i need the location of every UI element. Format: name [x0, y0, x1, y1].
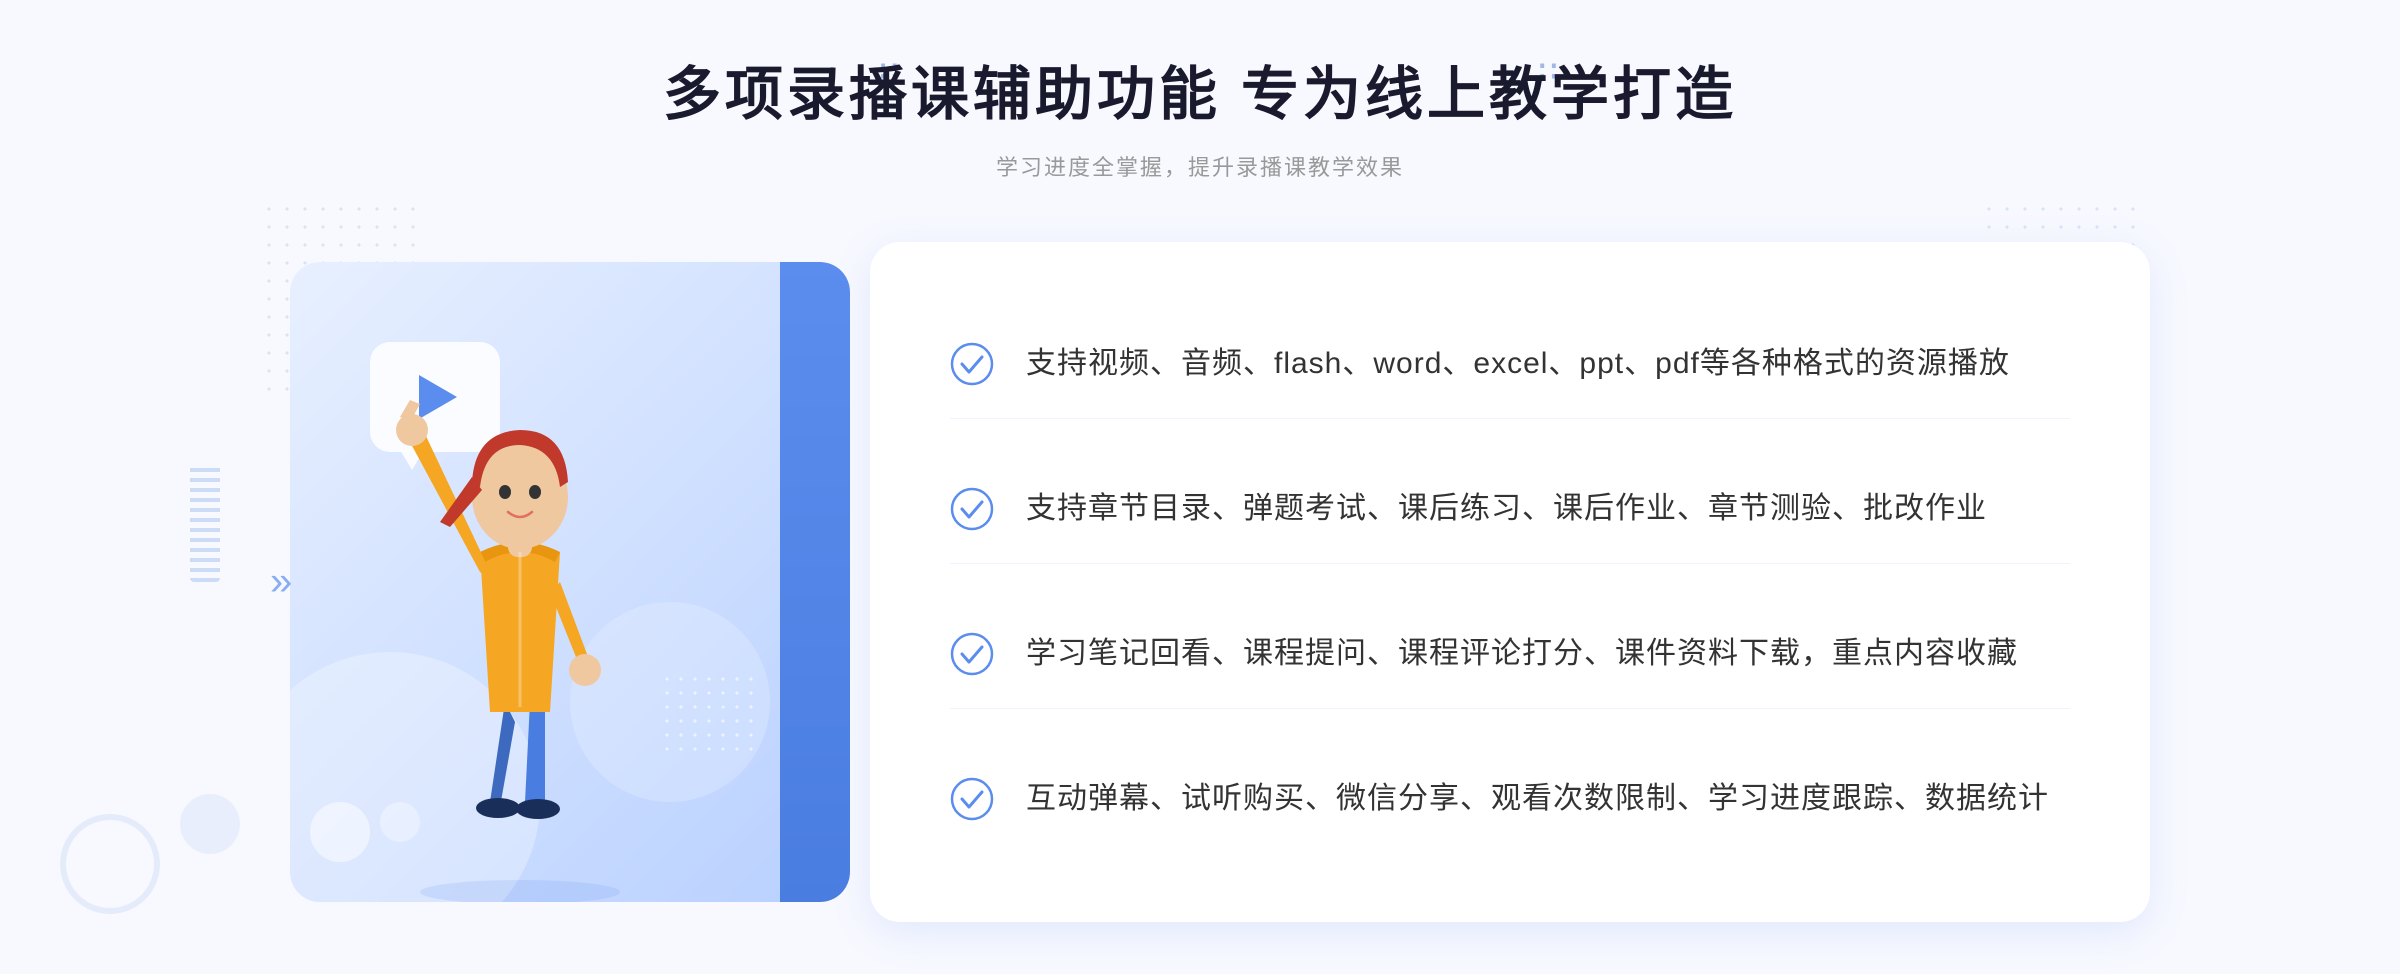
features-panel: 支持视频、音频、flash、word、excel、ppt、pdf等各种格式的资源…: [870, 242, 2150, 922]
illustration-area: »: [250, 242, 890, 922]
feature-text-2: 支持章节目录、弹题考试、课后练习、课后作业、章节测验、批改作业: [1026, 485, 1987, 533]
header: 多项录播课辅助功能 专为线上教学打造 学习进度全掌握，提升录播课教学效果: [663, 60, 1737, 182]
left-arrows: »: [270, 559, 292, 604]
feature-item-2: 支持章节目录、弹题考试、课后练习、课后作业、章节测验、批改作业: [950, 455, 2070, 564]
feature-text-4: 互动弹幕、试听购买、微信分享、观看次数限制、学习进度跟踪、数据统计: [1026, 775, 2049, 823]
check-icon-2: [950, 487, 994, 531]
feature-item-4: 互动弹幕、试听购买、微信分享、观看次数限制、学习进度跟踪、数据统计: [950, 745, 2070, 853]
feature-item-1: 支持视频、音频、flash、word、excel、ppt、pdf等各种格式的资源…: [950, 310, 2070, 419]
illustration-card: [290, 262, 850, 902]
feature-text-3: 学习笔记回看、课程提问、课程评论打分、课件资料下载，重点内容收藏: [1026, 630, 2018, 678]
sub-title: 学习进度全掌握，提升录播课教学效果: [663, 150, 1737, 182]
feature-item-3: 学习笔记回看、课程提问、课程评论打分、课件资料下载，重点内容收藏: [950, 600, 2070, 709]
blue-bar: [780, 262, 850, 902]
features-list: 支持视频、音频、flash、word、excel、ppt、pdf等各种格式的资源…: [950, 292, 2070, 872]
deco-small-circle-1: [310, 802, 370, 862]
bottom-deco-circle-2: [180, 794, 240, 854]
page-container: ∷ ∷ 多项录播课辅助功能 专为线上教学打造 学习进度全掌握，提升录播课教学效果…: [0, 0, 2400, 974]
content-area: »: [250, 242, 2150, 922]
bottom-deco-circle-1: [60, 814, 160, 914]
feature-text-1: 支持视频、音频、flash、word、excel、ppt、pdf等各种格式的资源…: [1026, 340, 2010, 388]
main-title: 多项录播课辅助功能 专为线上教学打造: [663, 60, 1737, 130]
check-icon-3: [950, 632, 994, 676]
striped-decoration: [190, 462, 220, 582]
deco-small-circle-2: [380, 802, 420, 842]
check-icon-4: [950, 777, 994, 821]
check-icon-1: [950, 342, 994, 386]
